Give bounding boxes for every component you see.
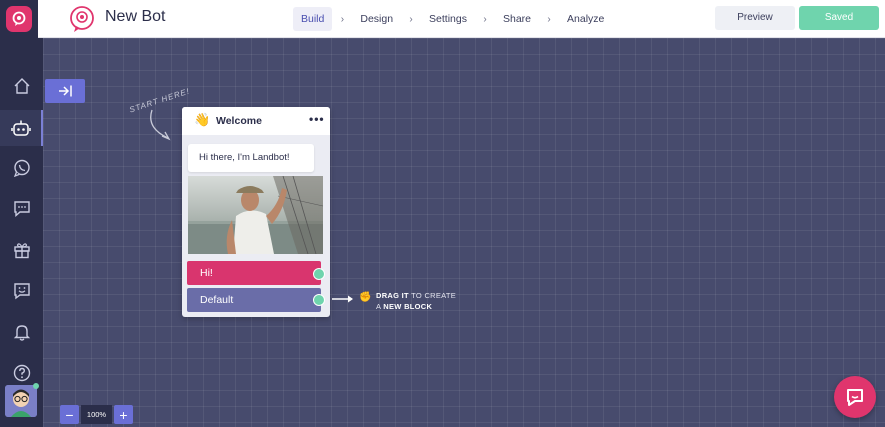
chat-launcher-button[interactable] [834, 376, 876, 418]
zoom-out-button[interactable]: − [60, 405, 79, 424]
tab-design[interactable]: Design [352, 7, 401, 31]
sidebar-item-home[interactable] [0, 68, 43, 104]
drag-hint-bold: NEW BLOCK [383, 302, 433, 311]
connector-handle-default[interactable] [313, 294, 325, 306]
block-menu-icon[interactable]: ••• [309, 112, 325, 126]
sidebar-item-gifts[interactable] [0, 232, 43, 268]
tab-share[interactable]: Share [495, 7, 539, 31]
sidebar-item-whatsapp[interactable] [0, 150, 43, 186]
robot-icon [10, 120, 31, 136]
tab-settings[interactable]: Settings [421, 7, 475, 31]
gift-icon [13, 243, 30, 259]
logo-icon [6, 6, 32, 32]
sidebar-item-notifications[interactable] [0, 314, 43, 350]
step-separator: › [340, 13, 345, 25]
sidebar-item-bots[interactable] [0, 110, 43, 146]
fist-icon: ✊ [359, 292, 372, 303]
smile-message-icon [13, 283, 30, 300]
tab-build[interactable]: Build [293, 7, 333, 31]
arrow-to-right-icon [59, 85, 72, 97]
drag-arrow-icon [332, 295, 353, 303]
landbot-logo[interactable] [0, 0, 38, 38]
curved-arrow-icon [150, 109, 171, 141]
drag-hint-bold: DRAG IT [376, 291, 409, 300]
drag-hint: DRAG IT TO CREATE A NEW BLOCK [376, 290, 456, 312]
waving-hand-icon: 👋 [194, 112, 211, 127]
chat-bubble-icon [847, 389, 863, 406]
step-separator: › [547, 13, 551, 25]
step-separator: › [483, 13, 487, 25]
home-icon [14, 78, 29, 94]
zoom-level: 100% [81, 405, 112, 424]
block-title: Welcome [216, 115, 262, 127]
welcome-image [188, 176, 323, 254]
block-header: 👋 Welcome ••• [182, 107, 330, 135]
sidebar [0, 38, 43, 427]
user-avatar[interactable] [5, 385, 37, 417]
connector-handle-hi[interactable] [313, 268, 325, 280]
online-status-dot [33, 383, 39, 389]
chat-icon [13, 201, 30, 218]
preview-button[interactable]: Preview [715, 6, 795, 30]
build-steps-nav: Build › Design › Settings › Share › Anal… [293, 7, 612, 31]
collapse-panel-button[interactable] [45, 79, 85, 103]
bot-title[interactable]: New Bot [105, 8, 165, 26]
top-bar: New Bot Build › Design › Settings › Shar… [0, 0, 885, 38]
message-bubble: Hi there, I'm Landbot! [188, 144, 314, 172]
sidebar-item-messages[interactable] [0, 191, 43, 227]
button-option-hi[interactable]: Hi! [187, 261, 321, 285]
saved-button[interactable]: Saved [799, 6, 879, 30]
bell-icon [13, 325, 30, 341]
zoom-in-button[interactable]: + [114, 405, 133, 424]
drag-hint-text: TO CREATE [408, 291, 457, 300]
bot-avatar-icon [68, 5, 96, 33]
sidebar-item-inbox[interactable] [0, 273, 43, 309]
step-separator: › [409, 13, 413, 25]
help-icon [13, 364, 30, 382]
button-option-default[interactable]: Default [187, 288, 321, 312]
whatsapp-icon [13, 159, 30, 177]
welcome-block[interactable]: 👋 Welcome ••• Hi there, I'm Landbot! Hi!… [182, 107, 330, 317]
tab-analyze[interactable]: Analyze [559, 7, 612, 31]
